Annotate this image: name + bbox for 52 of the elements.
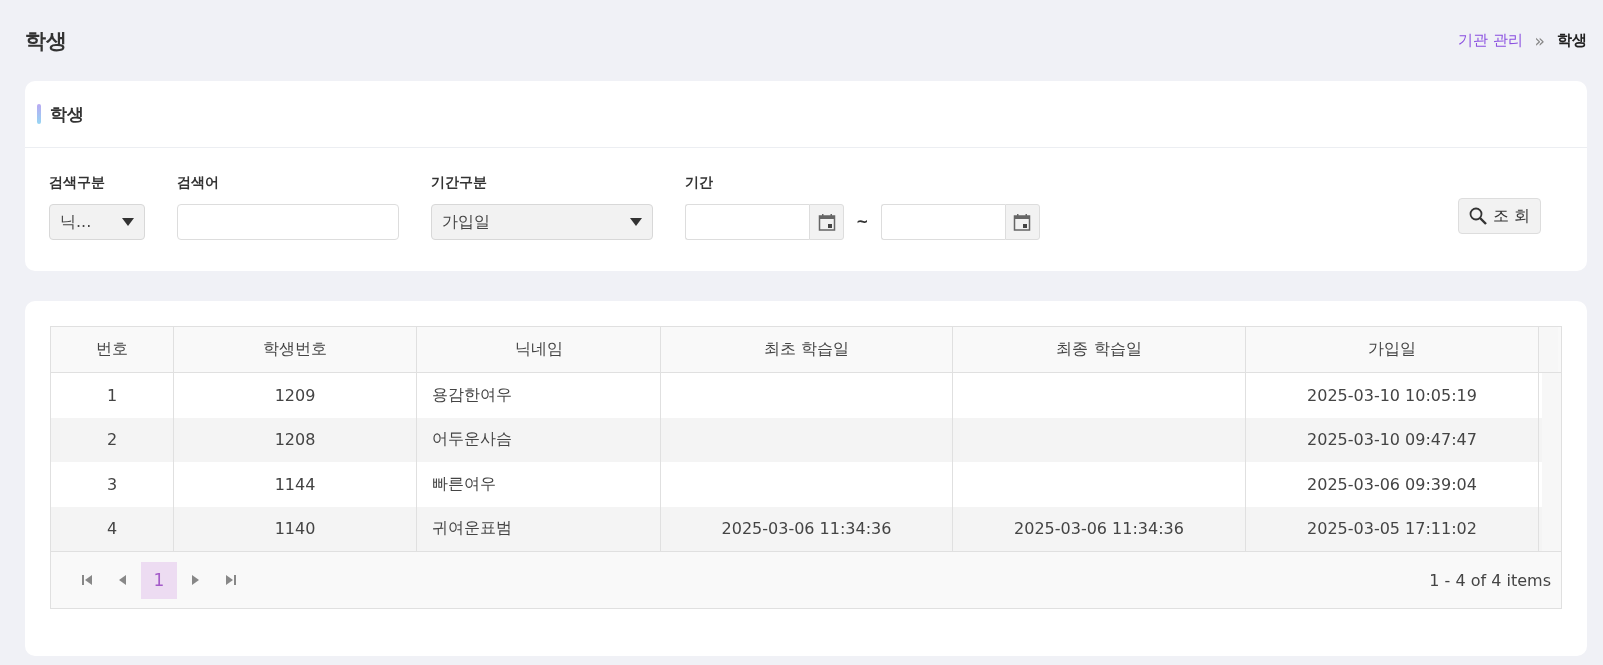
table-cell: 용감한여우 bbox=[432, 384, 512, 406]
table-cell: 1 bbox=[106, 385, 118, 405]
next-page-icon bbox=[190, 575, 200, 585]
table-cell: 2025-03-10 09:47:47 bbox=[1307, 430, 1477, 450]
table-cell: 1140 bbox=[274, 519, 316, 539]
date-field[interactable] bbox=[880, 204, 1005, 240]
date-field[interactable] bbox=[685, 204, 809, 240]
dropdown[interactable]: 가입일 bbox=[431, 204, 653, 240]
range-separator: ~ bbox=[856, 213, 869, 231]
dropdown[interactable]: 닉... bbox=[49, 204, 145, 240]
accent-bar bbox=[37, 104, 41, 124]
search-button[interactable]: 조 회 bbox=[1457, 198, 1541, 234]
table-cell: 2025-03-06 11:34:36 bbox=[721, 519, 892, 539]
field-label: 기간 bbox=[685, 174, 714, 192]
last-page-icon bbox=[226, 575, 236, 585]
table-cell: 귀여운표범 bbox=[432, 518, 512, 540]
caret-icon bbox=[630, 218, 642, 226]
field-label: 기간구분 bbox=[431, 174, 488, 192]
table-cell: 2025-03-06 11:34:36 bbox=[1014, 519, 1184, 539]
section-title: 학생 bbox=[50, 102, 84, 126]
field-label: 검색구분 bbox=[49, 174, 106, 192]
breadcrumb-separator: » bbox=[1534, 30, 1545, 51]
table-cell: 1144 bbox=[274, 474, 316, 494]
pager-info: 1 - 4 of 4 items bbox=[1429, 570, 1551, 590]
page-title: 학생 bbox=[25, 27, 67, 55]
column-header: 최초 학습일 bbox=[661, 327, 953, 372]
calendar-button[interactable] bbox=[809, 204, 844, 240]
first-page-icon bbox=[82, 575, 92, 585]
table-cell: 2025-03-10 10:05:19 bbox=[1307, 385, 1477, 405]
table-cell: 빠른여우 bbox=[432, 473, 496, 495]
column-header: 닉네임 bbox=[417, 327, 661, 372]
table-cell: 어두운사슴 bbox=[432, 429, 512, 451]
calendar-button[interactable] bbox=[1004, 204, 1040, 240]
table-cell: 2025-03-06 09:39:04 bbox=[1307, 474, 1477, 494]
calendar-icon bbox=[1013, 213, 1032, 231]
table-cell: 2 bbox=[106, 430, 118, 450]
breadcrumb-current: 학생 bbox=[1557, 31, 1587, 50]
column-header: 번호 bbox=[51, 327, 174, 372]
previous-page-icon bbox=[118, 575, 128, 585]
search-icon bbox=[1468, 207, 1487, 225]
column-header: 최종 학습일 bbox=[953, 327, 1246, 372]
table-cell: 4 bbox=[106, 519, 118, 539]
column-header: 학생번호 bbox=[174, 327, 417, 372]
field-label: 검색어 bbox=[177, 174, 220, 192]
table-cell: 2025-03-05 17:11:02 bbox=[1307, 519, 1477, 539]
table-cell: 3 bbox=[106, 474, 118, 494]
calendar-icon bbox=[817, 213, 836, 231]
caret-icon bbox=[122, 218, 134, 226]
search-field[interactable] bbox=[177, 204, 399, 240]
table-cell: 1208 bbox=[274, 430, 316, 450]
table-cell: 1209 bbox=[274, 385, 316, 405]
breadcrumb-link[interactable]: 기관 관리 bbox=[1457, 31, 1523, 50]
